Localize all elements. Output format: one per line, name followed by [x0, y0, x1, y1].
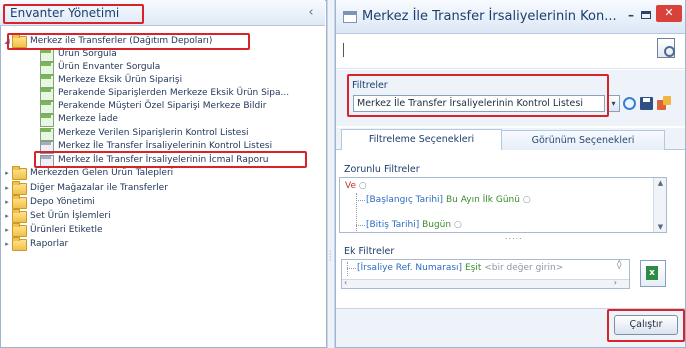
panel-splitter[interactable]	[327, 0, 335, 348]
expand-arrow-icon[interactable]: ▸	[3, 238, 11, 250]
scroll-left-icon[interactable]: ‹	[344, 278, 347, 287]
highlight-tree-parent	[7, 33, 250, 50]
tree-item-label: Diğer Mağazalar ile Transferler	[30, 183, 168, 193]
tree-folder[interactable]: ▸ Diğer Mağazalar ile Transferler	[0, 181, 320, 195]
tree-item[interactable]: Merkeze İade	[0, 113, 320, 127]
resize-grip[interactable]: .....	[505, 232, 523, 241]
highlight-run-button	[607, 309, 685, 342]
tree-folder[interactable]: ▸ Raporlar	[0, 237, 320, 251]
condition-row[interactable]: [Başlangıç Tarihi] Bu Ayın İlk Günü ○	[366, 194, 531, 206]
minimize-button[interactable]: –	[624, 9, 638, 23]
condition-value-placeholder[interactable]: <bir değer girin>	[484, 263, 563, 273]
expand-arrow-icon[interactable]: ▸	[3, 210, 11, 222]
tree-item-label: Perakende Siparişlerden Merkeze Eksik Ür…	[58, 88, 290, 98]
tree-item-label: Perakende Müşteri Özel Siparişi Merkeze …	[58, 101, 267, 111]
scroll-down-icon[interactable]: ▼	[654, 222, 667, 232]
folder-icon	[12, 166, 27, 180]
splitter-grip-icon: · · · ·	[329, 247, 332, 265]
condition-row[interactable]: [Bitiş Tarihi] Bugün ○	[366, 219, 462, 231]
circle-icon: ○	[522, 195, 531, 205]
condition-operator[interactable]: Bugün	[422, 220, 451, 230]
expand-arrow-icon[interactable]: ▸	[3, 196, 11, 208]
tree-item[interactable]: Merkeze Eksik Ürün Siparişi	[0, 74, 320, 88]
folder-icon	[12, 237, 27, 251]
highlight-left-title	[3, 4, 144, 24]
save-icon[interactable]	[640, 97, 653, 110]
folder-icon	[12, 223, 27, 237]
condition-operator[interactable]: Eşit	[465, 263, 481, 273]
close-button[interactable]: ✕	[656, 5, 682, 22]
condition-field[interactable]: [Bitiş Tarihi]	[366, 220, 419, 230]
text-cursor-icon	[343, 43, 344, 57]
tree-folder[interactable]: ▸ Set Ürün İşlemleri	[0, 209, 320, 223]
tree-item-label: Depo Yönetimi	[30, 197, 95, 207]
vertical-scrollbar[interactable]: ▲ ▼	[653, 178, 666, 232]
tree-folder[interactable]: ▸ Depo Yönetimi	[0, 195, 320, 209]
document-icon	[40, 114, 54, 127]
edit-filter-icon[interactable]	[657, 96, 673, 111]
condition-operator[interactable]: Bu Ayın İlk Günü	[446, 195, 520, 205]
expand-collapse-icon[interactable]: ◊	[617, 260, 621, 270]
scroll-up-icon[interactable]: ▲	[654, 178, 667, 188]
highlight-tree-selected	[34, 151, 307, 168]
collapse-panel-button[interactable]: ‹	[303, 5, 319, 21]
circle-icon: ○	[453, 220, 462, 230]
preview-report-icon[interactable]	[657, 38, 675, 58]
tree-connector	[356, 225, 365, 226]
extra-filters-label: Ek Filtreler	[344, 246, 395, 257]
filter-operator[interactable]: Ve ○	[345, 180, 367, 192]
operator-label: Ve	[345, 181, 356, 191]
excel-export-icon[interactable]: x	[640, 260, 666, 287]
tree-item[interactable]: Ürün Envanter Sorgula	[0, 61, 320, 75]
tab-filter-options[interactable]: Filtreleme Seçenekleri	[341, 129, 502, 152]
tab-view-options[interactable]: Görünüm Seçenekleri	[501, 130, 665, 152]
tree-item-label: Merkeze İade	[58, 114, 118, 124]
tree-connector	[356, 200, 365, 201]
folder-icon	[12, 181, 27, 195]
extra-condition-row[interactable]: [İrsaliye Ref. Numarası] Eşit <bir değer…	[357, 262, 563, 274]
horizontal-scrollbar[interactable]: ‹ ›	[342, 278, 629, 288]
folder-icon	[12, 209, 27, 223]
tree-item[interactable]: Merkeze Verilen Siparişlerin Kontrol Lis…	[0, 127, 320, 141]
maximize-button[interactable]	[641, 11, 651, 19]
tree-item-label: Set Ürün İşlemleri	[30, 211, 111, 221]
condition-field[interactable]: [İrsaliye Ref. Numarası]	[357, 263, 462, 273]
refresh-icon[interactable]	[623, 97, 636, 110]
tree-connector	[347, 262, 348, 276]
tree-item-label: Ürün Envanter Sorgula	[58, 62, 161, 72]
tree-item[interactable]: Perakende Siparişlerden Merkeze Eksik Ür…	[0, 87, 320, 101]
toolbar-area	[336, 35, 685, 69]
tree-item-label: Merkeze Eksik Ürün Siparişi	[58, 75, 183, 85]
tree-item-label: Raporlar	[30, 239, 69, 249]
tree-item-label: Ürünleri Etiketle	[30, 225, 103, 235]
expand-arrow-icon[interactable]: ▸	[3, 167, 11, 179]
expand-arrow-icon[interactable]: ▸	[3, 182, 11, 194]
folder-icon	[12, 195, 27, 209]
circle-icon: ○	[358, 181, 367, 191]
tree-folder[interactable]: ▸ Ürünleri Etiketle	[0, 223, 320, 237]
window-icon	[343, 11, 357, 23]
tree-folder[interactable]: ▸ Merkezden Gelen Ürün Talepleri	[0, 166, 320, 180]
condition-field[interactable]: [Başlangıç Tarihi]	[366, 195, 443, 205]
tree-item-label: Merkezden Gelen Ürün Talepleri	[30, 168, 174, 178]
tree-item[interactable]: Perakende Müşteri Özel Siparişi Merkeze …	[0, 100, 320, 114]
tree-connector	[347, 268, 356, 269]
scroll-right-icon[interactable]: ›	[614, 278, 617, 287]
window-title: Merkez İle Transfer İrsaliyelerinin Kon.…	[362, 9, 617, 24]
highlight-filters	[347, 74, 609, 117]
expand-arrow-icon[interactable]: ▸	[3, 224, 11, 236]
tree-item-label: Merkeze Verilen Siparişlerin Kontrol Lis…	[58, 128, 249, 138]
mandatory-filters-label: Zorunlu Filtreler	[344, 164, 420, 175]
